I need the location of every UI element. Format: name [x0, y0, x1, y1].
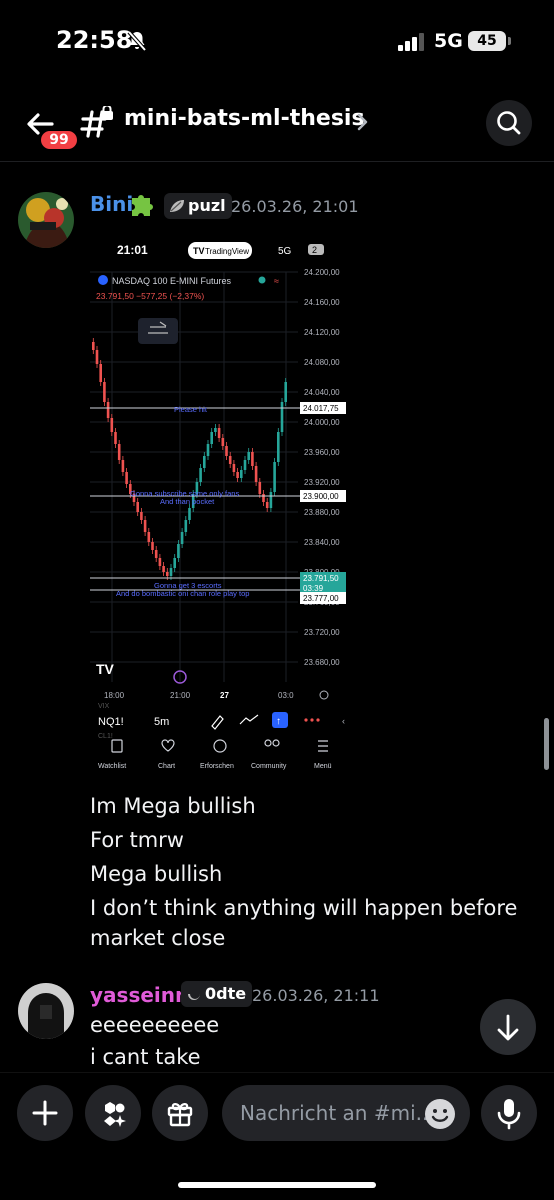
role-tag-label: puzl [188, 196, 226, 215]
avatar[interactable] [18, 192, 74, 248]
chevron-right-icon[interactable] [356, 112, 370, 132]
channel-name[interactable]: mini-bats-ml-thesis [124, 106, 365, 131]
embed-timeframe: 5m [154, 716, 169, 728]
message-line: I don’t think anything will happen befor… [90, 896, 518, 920]
role-tag[interactable]: 0dte [181, 981, 253, 1007]
attached-screenshot[interactable]: 21:01 TV TradingView 5G 2 NASDAQ 100 E-M… [90, 232, 350, 782]
message-line: i cant take [90, 1045, 201, 1069]
embed-faded-symbol-2: CL1! [98, 733, 113, 740]
embed-y-tick: 24.120,00 [304, 328, 340, 337]
apps-icon [104, 1102, 126, 1127]
svg-text:≈: ≈ [274, 276, 279, 286]
embed-note-1: Please hit [174, 405, 208, 414]
embed-y-tick: 23.680,00 [304, 658, 340, 667]
battery-level: 45 [468, 31, 506, 51]
jump-to-present-button[interactable] [480, 999, 536, 1055]
avatar[interactable] [18, 983, 74, 1039]
emoji-button[interactable] [424, 1098, 456, 1130]
embed-y-tick: 23.880,00 [304, 508, 340, 517]
microphone-icon [497, 1099, 521, 1130]
embed-status-time: 21:01 [117, 243, 148, 257]
emoji-icon [425, 1099, 455, 1129]
embed-y-tick: 23.720,00 [304, 628, 340, 637]
embed-nav-community: Community [251, 763, 287, 770]
crescent-icon [188, 994, 200, 1000]
message-line: Im Mega bullish [90, 794, 256, 818]
embed-x-tick-3: 27 [220, 691, 229, 700]
message-timestamp: 26.03.26, 21:11 [252, 986, 380, 1005]
embed-x-tick-1: 18:00 [104, 691, 125, 700]
embed-level-1: 24.017,75 [303, 404, 339, 413]
embed-y-tick: 23.960,00 [304, 448, 340, 457]
embed-note-2b: And than pocket [160, 497, 215, 506]
message-author[interactable]: yasseinn [90, 983, 189, 1007]
status-bar: 22:58 5G 45 [0, 0, 554, 84]
embed-symbol-title: NASDAQ 100 E-MINI Futures [112, 276, 232, 286]
gift-button[interactable] [152, 1085, 208, 1141]
message-line: For tmrw [90, 828, 184, 852]
role-tag-label: 0dte [205, 984, 247, 1003]
embed-nav-explore: Erforschen [200, 763, 234, 770]
embed-level-3: 23.777,00 [303, 594, 339, 603]
embed-tradingview-label: TradingView [205, 247, 249, 256]
composer [0, 1072, 554, 1200]
unread-badge: 99 [38, 128, 80, 152]
embed-y-tick: 23.840,00 [304, 538, 340, 547]
leaf-icon [170, 200, 184, 212]
embed-price-line: 23.791,50 −577,25 (−2,37%) [96, 291, 204, 301]
embed-nav-watchlist: Watchlist [98, 763, 126, 770]
gift-icon [167, 1103, 193, 1127]
embed-current-price: 23.791,50 [303, 574, 339, 583]
embed-x-tick-2: 21:00 [170, 691, 191, 700]
message-line: Mega bullish [90, 862, 223, 886]
home-indicator [178, 1182, 376, 1188]
role-tag[interactable]: puzl [164, 193, 232, 219]
plus-icon [32, 1100, 58, 1126]
arrow-down-icon [497, 1014, 519, 1041]
embed-y-tick: 24.200,00 [304, 268, 340, 277]
message-timestamp: 26.03.26, 21:01 [231, 197, 359, 216]
embed-nav-menu: Menü [314, 763, 332, 770]
svg-text:TV: TV [96, 661, 115, 677]
embed-y-tick: 23.920,00 [304, 478, 340, 487]
embed-note-3b: And do bombastic oni chan role play top [116, 589, 249, 598]
embed-faded-symbol-1: VIX [98, 703, 110, 710]
search-button[interactable] [486, 100, 532, 146]
embed-y-tick: 24.160,00 [304, 298, 340, 307]
embed-status-net: 5G [278, 246, 292, 257]
svg-text:‹: ‹ [342, 716, 345, 726]
network-type: 5G [434, 30, 463, 52]
embed-x-tick-4: 03:0 [278, 691, 294, 700]
signal-icon [398, 33, 424, 51]
search-icon [497, 111, 521, 135]
embed-y-tick: 24.000,00 [304, 418, 340, 427]
message-line: eeeeeeeeee [90, 1013, 220, 1037]
apps-button[interactable] [85, 1085, 141, 1141]
puzzle-icon [132, 195, 153, 216]
embed-y-tick: 24.040,00 [304, 388, 340, 397]
svg-text:↑: ↑ [276, 716, 281, 727]
embed-y-tick: 24.080,00 [304, 358, 340, 367]
scrollbar-thumb[interactable] [544, 718, 549, 770]
embed-level-2: 23.900,00 [303, 492, 339, 501]
status-time: 22:58 [56, 26, 133, 54]
battery-tip [508, 37, 511, 45]
silent-bell-icon [127, 30, 147, 52]
message-line: market close [90, 926, 226, 950]
embed-nav-chart: Chart [158, 763, 175, 770]
embed-symbol: NQ1! [98, 716, 124, 728]
hash-lock-icon [80, 106, 113, 138]
embed-countdown: 03:39 [303, 584, 324, 593]
attach-button[interactable] [17, 1085, 73, 1141]
svg-text:TV: TV [193, 246, 205, 256]
embed-status-battery: 2 [312, 245, 317, 255]
channel-header: 99 mini-bats-ml-thesis [0, 84, 554, 162]
voice-button[interactable] [481, 1085, 537, 1141]
